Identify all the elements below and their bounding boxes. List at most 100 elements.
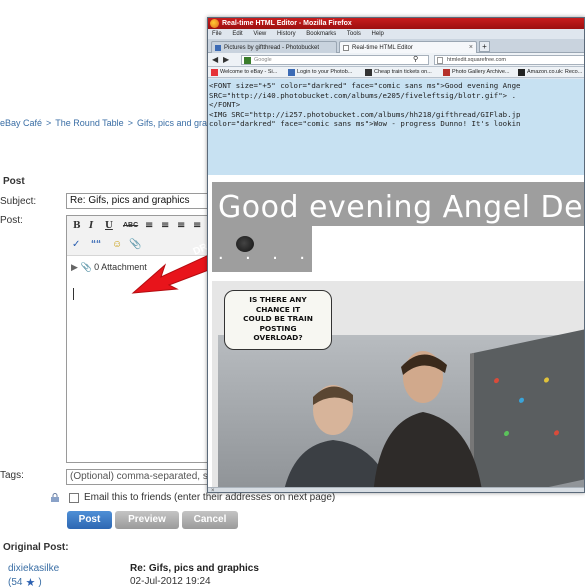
- menu-edit[interactable]: Edit: [232, 31, 242, 37]
- menu-file[interactable]: File: [212, 31, 222, 37]
- spellcheck-icon[interactable]: ✓: [72, 239, 80, 250]
- signature-gif: . . . .: [212, 226, 312, 272]
- align-left-icon[interactable]: ≡: [145, 220, 153, 231]
- search-input[interactable]: Google: [241, 55, 429, 65]
- horizontal-scrollbar[interactable]: ×: [208, 487, 584, 492]
- breadcrumb: eBay Café > The Round Table > Gifs, pics and…: [0, 118, 217, 128]
- back-arrow-icon[interactable]: ◀: [212, 55, 218, 65]
- train-favicon-icon: [365, 69, 372, 76]
- source-line: </FONT>: [209, 100, 241, 109]
- page-icon: [437, 57, 443, 64]
- source-line: SRC="http://i40.photobucket.com/albums/e…: [209, 90, 517, 100]
- breadcrumb-item-gifs[interactable]: Gifs, pics and graph: [137, 118, 217, 128]
- strikethrough-button[interactable]: ABC: [123, 222, 138, 229]
- search-icon[interactable]: ⚲: [413, 55, 418, 63]
- lock-icon: [51, 493, 59, 502]
- url-text: htmledit.squarefree.com: [447, 57, 506, 63]
- tags-input[interactable]: (Optional) comma-separated, s: [66, 469, 216, 485]
- breadcrumb-item-round-table[interactable]: The Round Table: [55, 118, 123, 128]
- firefox-window[interactable]: Real-time HTML Editor - Mozilla Firefox …: [207, 17, 585, 493]
- greeting-banner: Good evening Angel Deli: [212, 182, 585, 226]
- menu-bar: File Edit View History Bookmarks Tools H…: [208, 29, 584, 39]
- tab-label: Real-time HTML Editor: [352, 45, 413, 51]
- quote-button[interactable]: ““: [91, 239, 101, 250]
- italic-button[interactable]: I: [89, 221, 93, 231]
- post-label: Post:: [0, 215, 23, 226]
- signature-dots: . . . .: [218, 242, 313, 264]
- firefox-logo-icon: [210, 19, 219, 28]
- smiley-icon[interactable]: ☺: [112, 239, 122, 250]
- post-editor[interactable]: B I U ABC ≡ ≡ ≡ ≡ ✓ ““ ☺ 📎 ▶ 📎 0 Attachm…: [66, 215, 216, 463]
- post-button[interactable]: Post: [67, 511, 112, 529]
- forward-arrow-icon[interactable]: ▶: [223, 55, 229, 65]
- url-bar[interactable]: htmledit.squarefree.com: [434, 55, 584, 65]
- author-link[interactable]: dixiekasilke: [8, 563, 59, 574]
- underline-button[interactable]: U: [105, 221, 113, 231]
- align-right-icon[interactable]: ≡: [177, 220, 185, 231]
- bookmark-amazon[interactable]: Amazon.co.uk: Reco...: [518, 68, 582, 77]
- bookmark-train-tickets[interactable]: Cheap train tickets on...: [365, 68, 432, 77]
- source-line: <IMG SRC="http://i257.photobucket.com/al…: [209, 109, 521, 119]
- greeting-text: Good evening Angel Deli: [218, 190, 585, 225]
- post-heading: Post: [3, 176, 25, 187]
- bookmark-photo-gallery[interactable]: Photo Gallery Archive...: [443, 68, 509, 77]
- google-icon: [244, 57, 251, 64]
- email-friends-row: Email this to friends (enter their addre…: [50, 492, 335, 503]
- menu-view[interactable]: View: [253, 31, 266, 37]
- tab-photobucket[interactable]: Pictures by giftthread - Photobucket: [211, 41, 337, 53]
- original-post-title: Re: Gifs, pics and graphics: [130, 563, 259, 574]
- email-friends-checkbox[interactable]: [69, 492, 79, 503]
- tab-html-editor[interactable]: Real-time HTML Editor ×: [339, 41, 477, 53]
- photobucket-favicon-icon: [288, 69, 295, 76]
- page-favicon-icon: [343, 45, 349, 51]
- window-titlebar[interactable]: Real-time HTML Editor - Mozilla Firefox: [208, 18, 584, 29]
- html-preview-pane: Good evening Angel Deli . . . . IS THERE…: [208, 175, 585, 487]
- breadcrumb-item-ebay-cafe[interactable]: eBay Café: [0, 118, 42, 128]
- justify-icon[interactable]: ≡: [193, 220, 201, 231]
- bookmarks-toolbar: Welcome to eBay - Si... Login to your Ph…: [208, 67, 584, 78]
- window-title: Real-time HTML Editor - Mozilla Firefox: [222, 20, 352, 27]
- bookmark-photobucket[interactable]: Login to your Photob...: [288, 68, 352, 77]
- close-icon[interactable]: ×: [211, 488, 215, 492]
- search-placeholder: Google: [254, 57, 272, 63]
- original-post-heading: Original Post:: [3, 542, 69, 553]
- author-post-count[interactable]: (54 ★ ): [8, 576, 42, 587]
- preview-button[interactable]: Preview: [115, 511, 179, 529]
- new-tab-button[interactable]: +: [479, 41, 490, 52]
- ebay-favicon-icon: [211, 69, 218, 76]
- bookmark-ebay[interactable]: Welcome to eBay - Si...: [211, 68, 277, 77]
- paperclip-icon: 📎: [80, 262, 92, 272]
- speech-bubble: IS THERE ANY CHANCE IT COULD BE TRAIN PO…: [224, 290, 332, 350]
- subject-input[interactable]: Re: Gifs, pics and graphics: [66, 193, 216, 209]
- post-count-close: ): [38, 577, 42, 587]
- tags-label: Tags:: [0, 470, 24, 481]
- navigation-bar: ◀ ▶ Google ⚲ htmledit.squarefree.com: [208, 53, 584, 67]
- email-friends-label: Email this to friends (enter their addre…: [84, 492, 336, 503]
- tab-strip: Pictures by giftthread - Photobucket Rea…: [208, 39, 584, 53]
- post-count-value: (54: [8, 577, 23, 587]
- align-center-icon[interactable]: ≡: [161, 220, 169, 231]
- photo-background: [218, 328, 584, 487]
- source-line: color="darkred" face="comic sans ms">Wow…: [209, 119, 521, 128]
- cancel-button[interactable]: Cancel: [182, 511, 238, 529]
- attach-clip-icon[interactable]: 📎: [129, 239, 141, 250]
- comic-photo-image: IS THERE ANY CHANCE IT COULD BE TRAIN PO…: [212, 281, 584, 487]
- text-cursor: [73, 288, 74, 300]
- menu-help[interactable]: Help: [372, 31, 384, 37]
- person-right-image: [373, 351, 482, 487]
- menu-tools[interactable]: Tools: [347, 31, 361, 37]
- source-line: <FONT size="+5" color="darkred" face="co…: [209, 81, 521, 90]
- tab-label: Pictures by giftthread - Photobucket: [224, 45, 320, 51]
- menu-bookmarks[interactable]: Bookmarks: [306, 31, 336, 37]
- expand-triangle-icon: ▶: [71, 262, 78, 272]
- star-icon: ★: [25, 577, 36, 587]
- attachments-toggle[interactable]: ▶ 📎 0 Attachment: [71, 262, 147, 273]
- menu-history[interactable]: History: [277, 31, 296, 37]
- bold-button[interactable]: B: [73, 221, 81, 231]
- editor-toolbar: B I U ABC ≡ ≡ ≡ ≡ ✓ ““ ☺ 📎: [67, 216, 215, 256]
- amazon-favicon-icon: [518, 69, 525, 76]
- photobucket-favicon-icon: [215, 45, 221, 51]
- html-source-editor[interactable]: <FONT size="+5" color="darkred" face="co…: [208, 79, 584, 175]
- gallery-favicon-icon: [443, 69, 450, 76]
- tab-close-icon[interactable]: ×: [469, 42, 473, 53]
